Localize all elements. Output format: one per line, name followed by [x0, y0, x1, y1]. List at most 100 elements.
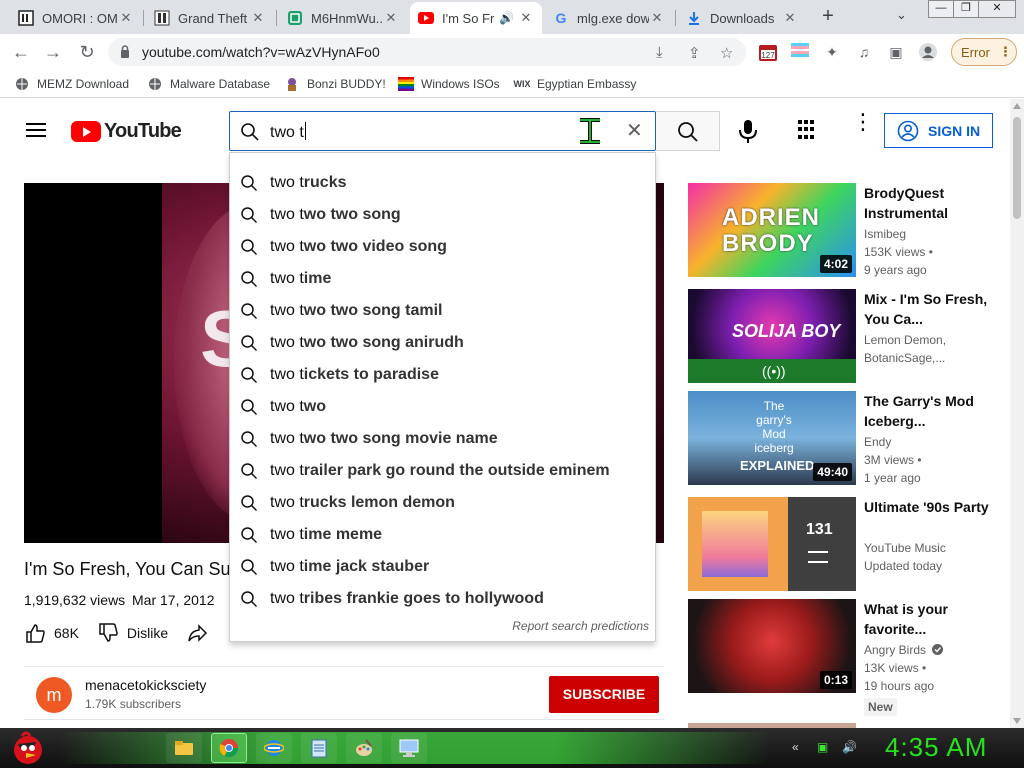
- close-tab-icon[interactable]: ✕: [518, 10, 534, 26]
- bookmark-egyptian-embassy[interactable]: WIX Egyptian Embassy: [514, 76, 637, 92]
- search-suggestion-item[interactable]: two trailer park go round the outside em…: [230, 455, 657, 487]
- search-suggestion-item[interactable]: two time: [230, 263, 657, 295]
- media-control-icon[interactable]: ♫: [854, 42, 874, 62]
- search-suggestion-item[interactable]: two trucks lemon demon: [230, 487, 657, 519]
- close-window-button[interactable]: ✕: [978, 0, 1016, 18]
- profile-avatar-icon[interactable]: [918, 42, 938, 62]
- tab-search-chevron-icon[interactable]: ⌄: [896, 7, 907, 23]
- bookmark-malware-db[interactable]: Malware Database: [147, 76, 270, 92]
- search-suggestion-item[interactable]: two two two song anirudh: [230, 327, 657, 359]
- sign-in-button[interactable]: SIGN IN: [884, 113, 993, 148]
- related-title[interactable]: BrodyQuest Instrumental: [864, 183, 1004, 223]
- search-suggestion-item[interactable]: two two: [230, 391, 657, 423]
- related-video-item[interactable]: 0:13 What is your favorite... Angry Bird…: [688, 599, 1008, 716]
- bookmark-star-icon[interactable]: ☆: [720, 44, 733, 62]
- channel-avatar[interactable]: m: [36, 677, 72, 713]
- bookmark-bonzi[interactable]: Bonzi BUDDY!: [284, 76, 386, 92]
- related-title[interactable]: The Garry's Mod Iceberg...: [864, 391, 1004, 431]
- error-button[interactable]: Error ⋮: [951, 38, 1017, 66]
- related-video-item[interactable]: ADRIEN BRODY 4:02 BrodyQuest Instrumenta…: [688, 183, 1008, 277]
- like-button[interactable]: 68K: [24, 622, 79, 644]
- search-suggestion-item[interactable]: two trucks: [230, 167, 657, 199]
- flag-extension-icon[interactable]: [790, 42, 810, 62]
- share-icon[interactable]: ⇪: [688, 44, 701, 62]
- bookmark-memz[interactable]: MEMZ Download: [14, 76, 129, 92]
- tray-expand-icon[interactable]: «: [792, 740, 799, 754]
- remote-desktop-icon[interactable]: [391, 733, 427, 763]
- minimize-button[interactable]: —: [928, 0, 954, 18]
- install-app-icon[interactable]: ⤓: [656, 44, 663, 61]
- apps-grid-icon[interactable]: [798, 120, 818, 140]
- playlist-thumbnail[interactable]: 131: [688, 497, 856, 591]
- report-predictions-link[interactable]: Report search predictions: [512, 619, 649, 633]
- related-title[interactable]: Mix - I'm So Fresh, You Ca...: [864, 289, 1004, 329]
- related-title[interactable]: Ultimate '90s Party: [864, 497, 1004, 517]
- channel-name[interactable]: menacetokicksciety: [85, 677, 206, 693]
- calendar-extension-icon[interactable]: 127: [758, 42, 778, 62]
- scrollbar-thumb[interactable]: [1013, 117, 1021, 219]
- close-tab-icon[interactable]: ✕: [649, 10, 665, 26]
- related-video-item[interactable]: The garry's Mod iceberg EXPLAINED 49:40 …: [688, 391, 1008, 485]
- search-suggestion-item[interactable]: two time meme: [230, 519, 657, 551]
- search-suggestion-item[interactable]: two tribes frankie goes to hollywood: [230, 583, 657, 615]
- chrome-icon[interactable]: [211, 733, 247, 763]
- video-duration: 0:13: [819, 671, 852, 689]
- youtube-icon: [418, 10, 434, 26]
- puzzle-extensions-icon[interactable]: ✦: [822, 42, 842, 62]
- youtube-logo[interactable]: YouTube: [71, 120, 182, 143]
- close-tab-icon[interactable]: ✕: [383, 10, 399, 26]
- file-explorer-icon[interactable]: [166, 733, 202, 763]
- page-scrollbar[interactable]: [1010, 99, 1024, 728]
- back-button[interactable]: ←: [10, 41, 32, 63]
- close-tab-icon[interactable]: ✕: [250, 10, 266, 26]
- audio-playing-icon[interactable]: 🔊: [499, 11, 514, 25]
- video-thumbnail[interactable]: SOLIJA BOY ((•)): [688, 289, 856, 383]
- video-thumbnail[interactable]: 0:13: [688, 599, 856, 693]
- forward-button[interactable]: →: [42, 41, 64, 63]
- volume-icon[interactable]: 🔊: [842, 740, 857, 754]
- search-suggestion-item[interactable]: two time jack stauber: [230, 551, 657, 583]
- video-thumbnail[interactable]: The garry's Mod iceberg EXPLAINED 49:40: [688, 391, 856, 485]
- ie-edge-icon[interactable]: [256, 733, 292, 763]
- side-panel-icon[interactable]: ▣: [886, 42, 906, 62]
- reload-button[interactable]: ↻: [76, 41, 98, 63]
- browser-tab-google[interactable]: G mlg.exe dow ✕: [545, 2, 673, 34]
- subscribe-button[interactable]: SUBSCRIBE: [549, 676, 659, 713]
- paint-icon[interactable]: [346, 733, 382, 763]
- search-button[interactable]: [656, 111, 720, 151]
- related-playlist-item[interactable]: 131 Ultimate '90s Party YouTube Music Up…: [688, 497, 1008, 591]
- related-title[interactable]: What is your favorite...: [864, 599, 1004, 639]
- new-tab-button[interactable]: +: [818, 5, 838, 27]
- start-button-angry-bird-icon[interactable]: [8, 728, 46, 768]
- close-tab-icon[interactable]: ✕: [782, 10, 798, 26]
- video-thumbnail[interactable]: ADRIEN BRODY 4:02: [688, 183, 856, 277]
- bookmark-windows-isos[interactable]: Windows ISOs: [398, 76, 500, 92]
- more-vertical-icon[interactable]: ⋮: [852, 111, 874, 133]
- share-button[interactable]: [186, 622, 216, 644]
- close-tab-icon[interactable]: ✕: [118, 10, 134, 26]
- dislike-button[interactable]: Dislike: [97, 622, 168, 644]
- search-suggestion-item[interactable]: two two two song movie name: [230, 423, 657, 455]
- browser-tab-gta[interactable]: Grand Theft ✕: [146, 2, 274, 34]
- battery-icon[interactable]: ▣: [817, 740, 828, 754]
- search-suggestion-item[interactable]: two two two song: [230, 199, 657, 231]
- search-suggestion-item[interactable]: two two two video song: [230, 231, 657, 263]
- browser-tab-youtube[interactable]: I'm So Fr 🔊 ✕: [410, 2, 542, 34]
- scroll-up-icon[interactable]: [1013, 103, 1021, 109]
- taskbar-clock[interactable]: 4:35 AM: [885, 732, 987, 763]
- search-suggestion-item[interactable]: two two two song tamil: [230, 295, 657, 327]
- browser-tab-downloads[interactable]: Downloads ✕: [678, 2, 806, 34]
- browser-tab-m6[interactable]: M6HnmWu... ✕: [279, 2, 407, 34]
- related-views: 153K views •: [864, 245, 933, 259]
- maximize-button[interactable]: ❐: [953, 0, 979, 18]
- search-suggestion-item[interactable]: two tickets to paradise: [230, 359, 657, 391]
- related-video-item[interactable]: SOLIJA BOY ((•)) Mix - I'm So Fresh, You…: [688, 289, 1008, 383]
- microphone-icon[interactable]: [734, 117, 762, 145]
- scroll-down-icon[interactable]: [1013, 718, 1021, 724]
- address-bar[interactable]: youtube.com/watch?v=wAzVHynAFo0 ⤓ ⇪ ☆: [108, 38, 746, 66]
- notepad-icon[interactable]: [301, 733, 337, 763]
- menu-icon[interactable]: [26, 123, 46, 137]
- browser-tab-omori[interactable]: OMORI : OM ✕: [10, 2, 142, 34]
- search-input[interactable]: two t ✕: [229, 111, 656, 151]
- clear-search-icon[interactable]: ✕: [626, 120, 643, 142]
